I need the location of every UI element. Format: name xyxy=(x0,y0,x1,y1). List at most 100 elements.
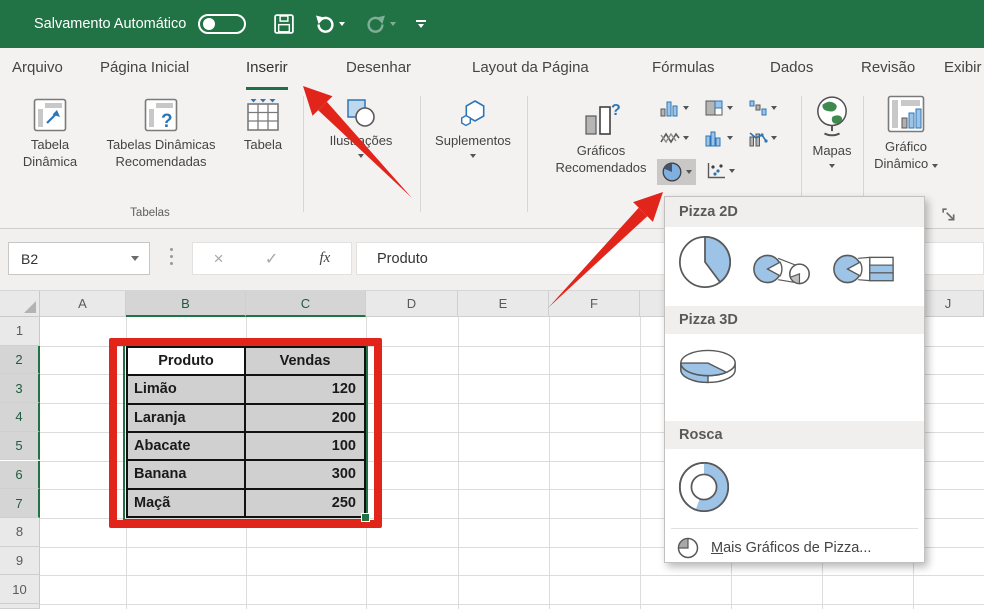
redo-button-disabled[interactable] xyxy=(365,15,396,34)
confirm-icon[interactable]: ✓ xyxy=(265,249,278,269)
group-separator xyxy=(863,96,864,196)
row-header-9[interactable]: 9 xyxy=(0,547,40,576)
column-header-f[interactable]: F xyxy=(549,291,640,317)
menu-section-header: Rosca xyxy=(665,421,924,449)
menu-item-doughnut[interactable] xyxy=(675,458,733,521)
row-header-10[interactable]: 10 xyxy=(0,575,40,604)
name-box[interactable]: B2 xyxy=(8,242,150,275)
column-header-e[interactable]: E xyxy=(458,291,549,317)
insert-waterfall-chart-button[interactable] xyxy=(748,99,777,117)
customize-toolbar-icon[interactable] xyxy=(416,20,426,28)
menu-item-pie-2d[interactable] xyxy=(676,233,734,296)
autosave-label: Salvamento Automático xyxy=(34,16,186,32)
addins-dropdown-arrow-icon xyxy=(470,154,476,158)
table-label: Tabela xyxy=(244,137,282,152)
illustrations-dropdown-arrow-icon xyxy=(358,154,364,158)
column-header-d[interactable]: D xyxy=(366,291,458,317)
recommended-charts-button[interactable]: ? Gráficos Recomendados xyxy=(540,100,662,176)
combo-chart-icon xyxy=(748,129,768,147)
row-header-7[interactable]: 7 xyxy=(0,489,40,518)
menu-item-bar-of-pie[interactable] xyxy=(831,249,895,294)
tab-pagina-inicial[interactable]: Página Inicial xyxy=(100,48,189,90)
tab-inserir[interactable]: Inserir xyxy=(246,48,288,90)
section-title-rosca: Rosca xyxy=(679,427,723,443)
tab-dados[interactable]: Dados xyxy=(770,48,813,90)
row-header-5[interactable]: 5 xyxy=(0,432,40,461)
pivot-table-label-2: Dinâmica xyxy=(23,154,77,169)
insert-hierarchy-chart-button[interactable] xyxy=(704,99,733,117)
row-header-8[interactable]: 8 xyxy=(0,518,40,547)
maps-label: Mapas xyxy=(812,143,851,158)
pivot-table-icon xyxy=(33,98,67,132)
row-header-11-partial[interactable] xyxy=(0,604,40,609)
menu-item-pie-of-pie[interactable] xyxy=(751,249,815,294)
pivot-chart-dropdown-arrow-icon xyxy=(932,164,938,168)
column-header-a[interactable]: A xyxy=(40,291,126,317)
undo-dropdown-arrow-icon[interactable] xyxy=(339,22,345,26)
insert-pie-chart-button[interactable] xyxy=(657,159,696,185)
tab-formulas[interactable]: Fórmulas xyxy=(652,48,715,90)
menu-item-pie-3d[interactable] xyxy=(676,343,740,392)
maps-globe-icon xyxy=(815,94,849,138)
histogram-chart-icon xyxy=(704,129,724,147)
more-pie-charts-icon xyxy=(677,537,699,559)
column-header-b[interactable]: B xyxy=(126,291,246,317)
column-header-c[interactable]: C xyxy=(246,291,366,317)
row-header-6[interactable]: 6 xyxy=(0,461,40,490)
group-separator xyxy=(527,96,528,212)
dropdown-arrow-icon xyxy=(683,106,689,110)
pie-chart-icon xyxy=(661,162,683,182)
illustrations-button[interactable]: Ilustrações xyxy=(312,98,410,158)
dropdown-arrow-icon xyxy=(729,169,735,173)
row-header-4[interactable]: 4 xyxy=(0,403,40,432)
row-header-3[interactable]: 3 xyxy=(0,374,40,403)
undo-button[interactable] xyxy=(314,15,345,34)
group-separator xyxy=(303,96,304,212)
recommended-pivottables-label-1: Tabelas Dinâmicas xyxy=(106,137,215,152)
save-button[interactable] xyxy=(274,14,294,34)
maps-dropdown-arrow-icon xyxy=(829,164,835,168)
tab-exibir[interactable]: Exibir xyxy=(944,48,982,90)
menu-item-more-pie-charts[interactable]: Mais Gráficos de Pizza... xyxy=(665,532,924,563)
name-box-dropdown-arrow-icon[interactable] xyxy=(131,256,139,261)
tables-group-label: Tabelas xyxy=(60,207,240,219)
pivot-table-label-1: Tabela xyxy=(31,137,69,152)
insert-combo-chart-button[interactable] xyxy=(748,129,777,147)
cancel-icon[interactable]: × xyxy=(214,249,224,269)
fill-handle[interactable] xyxy=(361,513,370,522)
recommended-pivottables-button[interactable]: ? Tabelas Dinâmicas Recomendadas xyxy=(88,98,234,170)
tab-layout-da-pagina[interactable]: Layout da Página xyxy=(472,48,589,90)
pivot-table-button[interactable]: Tabela Dinâmica xyxy=(14,98,86,170)
row-header-1[interactable]: 1 xyxy=(0,317,40,346)
table-button[interactable]: Tabela xyxy=(236,98,290,153)
menu-divider xyxy=(671,528,918,529)
insert-function-icon[interactable]: fx xyxy=(320,250,331,267)
formula-bar-separator-icon xyxy=(170,248,173,265)
addins-button[interactable]: Suplementos xyxy=(420,98,526,158)
charts-dialog-launcher[interactable] xyxy=(942,208,956,227)
select-all-corner[interactable] xyxy=(0,291,40,317)
insert-line-chart-button[interactable] xyxy=(660,129,689,147)
row-header-2[interactable]: 2 xyxy=(0,346,40,375)
scatter-chart-icon xyxy=(706,162,726,180)
insert-column-chart-button[interactable] xyxy=(660,99,689,117)
formula-value: Produto xyxy=(377,251,428,267)
addins-label: Suplementos xyxy=(435,133,511,148)
dropdown-arrow-icon xyxy=(727,136,733,140)
autosave-toggle[interactable] xyxy=(198,14,246,34)
section-title-pizza-3d: Pizza 3D xyxy=(679,312,738,328)
dropdown-arrow-icon xyxy=(771,136,777,140)
red-annotation-rectangle xyxy=(109,338,382,528)
doughnut-icon xyxy=(675,458,733,516)
tab-revisao[interactable]: Revisão xyxy=(861,48,915,90)
redo-dropdown-arrow-icon[interactable] xyxy=(390,22,396,26)
illustrations-label: Ilustrações xyxy=(330,133,393,148)
bar-glyph xyxy=(416,20,426,22)
svg-text:?: ? xyxy=(161,111,173,132)
tab-desenhar[interactable]: Desenhar xyxy=(346,48,411,90)
pivot-chart-button[interactable]: Gráfico Dinâmico xyxy=(866,94,946,172)
tab-arquivo[interactable]: Arquivo xyxy=(12,48,63,90)
insert-scatter-chart-button[interactable] xyxy=(706,162,735,180)
maps-button[interactable]: Mapas xyxy=(803,94,861,168)
insert-statistic-chart-button[interactable] xyxy=(704,129,733,147)
